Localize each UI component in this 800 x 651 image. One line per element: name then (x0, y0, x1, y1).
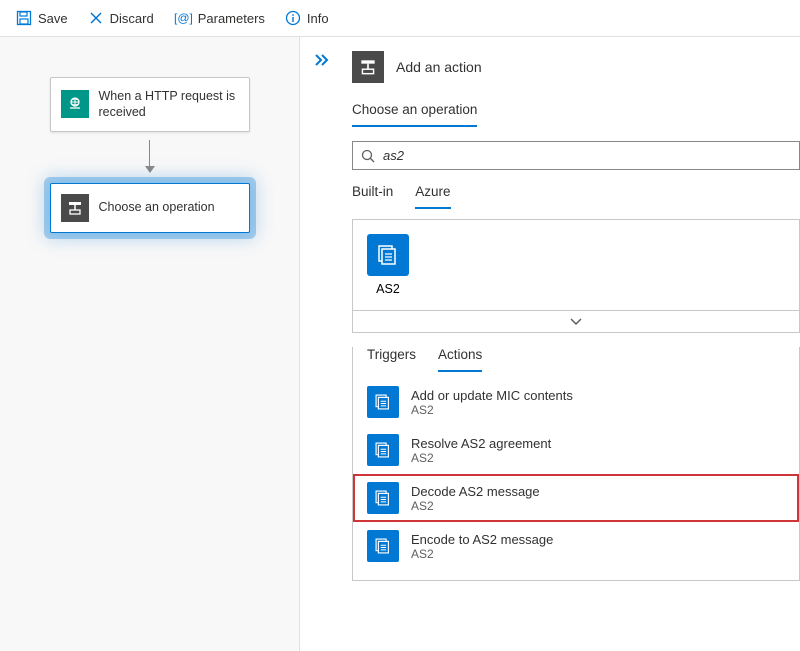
action-item[interactable]: Decode AS2 messageAS2 (353, 474, 799, 522)
action-panel: Add an action Choose an operation Built-… (300, 37, 800, 651)
action-title: Resolve AS2 agreement (411, 436, 551, 451)
trigger-label: When a HTTP request is received (99, 88, 239, 121)
action-title: Decode AS2 message (411, 484, 540, 499)
action-item[interactable]: Resolve AS2 agreementAS2 (353, 426, 799, 474)
as2-connector-icon (367, 234, 409, 276)
action-item[interactable]: Add or update MIC contentsAS2 (353, 378, 799, 426)
action-title: Add or update MIC contents (411, 388, 573, 403)
search-icon (361, 149, 375, 163)
save-button[interactable]: Save (8, 6, 76, 30)
save-icon (16, 10, 32, 26)
as2-action-icon (367, 434, 399, 466)
choose-operation-node[interactable]: Choose an operation (50, 183, 250, 233)
designer-canvas: When a HTTP request is received Choose a… (0, 37, 300, 651)
connector-name: AS2 (376, 282, 400, 296)
action-subtitle: AS2 (411, 403, 573, 417)
connector-results: AS2 (352, 219, 800, 311)
panel-title: Add an action (396, 59, 482, 75)
toolbar: Save Discard [@] Parameters Info (0, 0, 800, 37)
discard-button[interactable]: Discard (80, 6, 162, 30)
choose-operation-label: Choose an operation (99, 199, 215, 215)
parameters-label: Parameters (198, 11, 265, 26)
info-button[interactable]: Info (277, 6, 337, 30)
chevron-down-icon (569, 317, 583, 327)
close-icon (88, 10, 104, 26)
info-label: Info (307, 11, 329, 26)
expand-connectors-bar[interactable] (352, 311, 800, 333)
action-subtitle: AS2 (411, 547, 553, 561)
tab-azure[interactable]: Azure (415, 184, 450, 209)
choose-operation-title: Choose an operation (352, 102, 477, 127)
http-request-icon (61, 90, 89, 118)
action-subtitle: AS2 (411, 499, 540, 513)
connector-arrow (145, 140, 155, 173)
search-box[interactable] (352, 141, 800, 170)
tab-triggers[interactable]: Triggers (367, 347, 416, 372)
discard-label: Discard (110, 11, 154, 26)
as2-action-icon (367, 482, 399, 514)
operation-icon (61, 194, 89, 222)
main: When a HTTP request is received Choose a… (0, 37, 800, 651)
action-list: Add or update MIC contentsAS2Resolve AS2… (353, 372, 799, 580)
connector-tile-as2[interactable]: AS2 (367, 234, 409, 296)
trigger-action-tabs: Triggers Actions (353, 347, 799, 372)
save-label: Save (38, 11, 68, 26)
panel-header-icon (352, 51, 384, 83)
collapse-icon[interactable] (314, 53, 332, 67)
action-item[interactable]: Encode to AS2 messageAS2 (353, 522, 799, 570)
trigger-node[interactable]: When a HTTP request is received (50, 77, 250, 132)
tab-builtin[interactable]: Built-in (352, 184, 393, 209)
search-input[interactable] (383, 148, 791, 163)
parameters-icon: [@] (174, 10, 192, 26)
action-title: Encode to AS2 message (411, 532, 553, 547)
connector-source-tabs: Built-in Azure (352, 184, 800, 209)
action-subtitle: AS2 (411, 451, 551, 465)
tab-actions[interactable]: Actions (438, 347, 482, 372)
info-icon (285, 10, 301, 26)
svg-text:[@]: [@] (174, 11, 192, 25)
parameters-button[interactable]: [@] Parameters (166, 6, 273, 30)
as2-action-icon (367, 386, 399, 418)
as2-action-icon (367, 530, 399, 562)
panel-header: Add an action (352, 51, 800, 83)
